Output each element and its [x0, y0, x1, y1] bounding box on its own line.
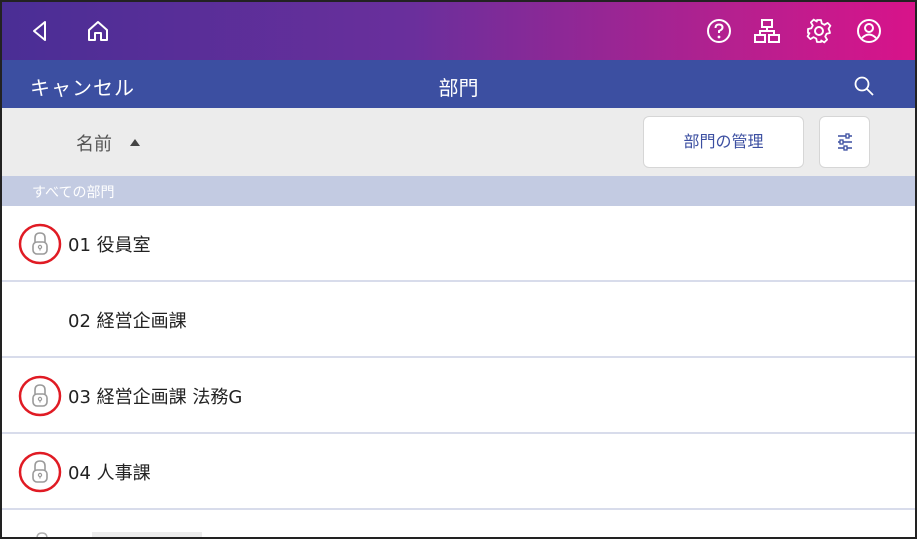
department-row[interactable]: 03 経営企画課 法務G	[2, 358, 915, 434]
home-icon[interactable]	[84, 17, 112, 45]
back-icon[interactable]	[26, 17, 54, 45]
title-bar: キャンセル 部門	[2, 60, 915, 108]
manage-departments-label: 部門の管理	[683, 132, 764, 151]
department-row[interactable]: 04 人事課	[2, 434, 915, 510]
sort-ascending-icon[interactable]	[130, 139, 140, 146]
lock-icon	[18, 222, 62, 266]
page-title: 部門	[438, 76, 479, 100]
section-header: すべての部門	[2, 176, 915, 206]
department-label: 04 人事課	[68, 463, 151, 484]
search-icon[interactable]	[852, 74, 876, 98]
section-header-label: すべての部門	[32, 185, 115, 201]
filter-icon	[838, 133, 852, 151]
sort-by-name[interactable]: 名前	[76, 130, 112, 156]
department-list: 01 役員室 02 経営企画課 03 経営企画課 法務G 04 人事課	[2, 206, 915, 510]
department-label: 02 経営企画課	[68, 311, 187, 332]
department-row-partial[interactable]	[2, 512, 915, 537]
app-screen: キャンセル 部門 名前 部門の管理 すべての部門 01 役員室 02 経営企画課…	[0, 0, 917, 539]
manage-departments-button[interactable]: 部門の管理	[643, 116, 804, 168]
top-bar	[2, 2, 915, 60]
department-label: 03 経営企画課 法務G	[68, 387, 243, 408]
lock-icon	[18, 374, 62, 418]
filter-button[interactable]	[819, 116, 870, 168]
sort-toolbar: 名前 部門の管理	[2, 108, 915, 176]
help-icon[interactable]	[705, 17, 733, 45]
department-row[interactable]: 02 経営企画課	[2, 282, 915, 358]
account-icon[interactable]	[855, 17, 883, 45]
department-label: 01 役員室	[68, 235, 151, 256]
department-row[interactable]: 01 役員室	[2, 206, 915, 282]
partial-row-content	[36, 532, 202, 537]
settings-icon[interactable]	[805, 17, 833, 45]
lock-icon	[18, 450, 62, 494]
network-icon[interactable]	[753, 17, 781, 45]
